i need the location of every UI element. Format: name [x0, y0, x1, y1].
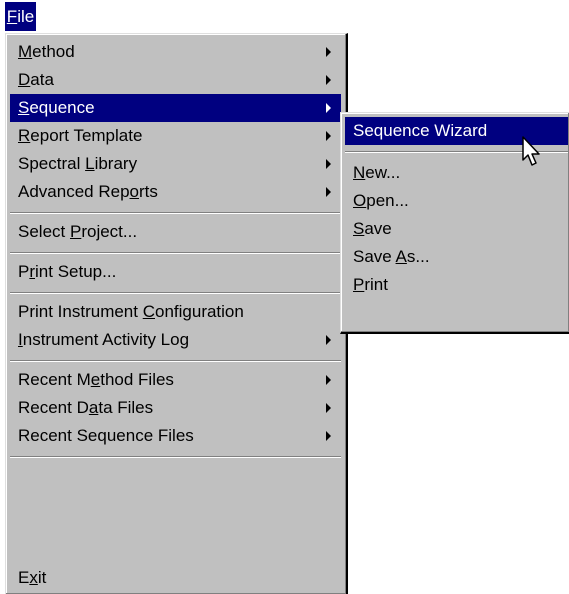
file-menu: Method Data Sequence Report Template Spe…	[5, 33, 348, 594]
menu-item-sequence[interactable]: Sequence	[10, 94, 341, 122]
menu-item-recent-method-files[interactable]: Recent Method Files	[10, 366, 341, 394]
menu-item-instrument-activity-log[interactable]: Instrument Activity Log	[10, 326, 341, 354]
submenu-arrow-icon	[326, 375, 331, 385]
menu-separator	[10, 252, 341, 254]
submenu-arrow-icon	[326, 335, 331, 345]
submenu-item-print[interactable]: Print	[345, 271, 568, 299]
menu-item-spectral-library[interactable]: Spectral Library	[10, 150, 341, 178]
file-mnemonic: F	[6, 7, 18, 26]
menu-item-method[interactable]: Method	[10, 38, 341, 66]
menu-item-advanced-reports[interactable]: Advanced Reports	[10, 178, 341, 206]
menu-item-print-instrument-configuration[interactable]: Print Instrument Configuration	[10, 298, 341, 326]
menu-item-recent-data-files[interactable]: Recent Data Files	[10, 394, 341, 422]
menu-separator	[10, 360, 341, 362]
submenu-arrow-icon	[326, 187, 331, 197]
submenu-arrow-icon	[326, 47, 331, 57]
menu-item-select-project[interactable]: Select Project...	[10, 218, 341, 246]
menu-separator	[10, 292, 341, 294]
mouse-pointer-icon	[522, 136, 540, 166]
menu-item-recent-sequence-files[interactable]: Recent Sequence Files	[10, 422, 341, 450]
submenu-arrow-icon	[326, 431, 331, 441]
menu-item-print-setup[interactable]: Print Setup...	[10, 258, 341, 286]
menu-separator	[10, 456, 341, 458]
submenu-arrow-icon	[326, 131, 331, 141]
menu-file[interactable]: File	[5, 2, 36, 31]
file-label-rest: ile	[17, 7, 35, 26]
menu-item-data[interactable]: Data	[10, 66, 341, 94]
submenu-item-open[interactable]: Open...	[345, 187, 568, 215]
submenu-arrow-icon	[326, 75, 331, 85]
submenu-arrow-icon	[326, 103, 331, 113]
submenu-arrow-icon	[326, 159, 331, 169]
submenu-item-save-as[interactable]: Save As...	[345, 243, 568, 271]
submenu-arrow-icon	[326, 403, 331, 413]
menu-item-report-template[interactable]: Report Template	[10, 122, 341, 150]
menu-item-exit[interactable]: Exit	[10, 564, 341, 592]
menu-separator	[10, 212, 341, 214]
submenu-item-save[interactable]: Save	[345, 215, 568, 243]
